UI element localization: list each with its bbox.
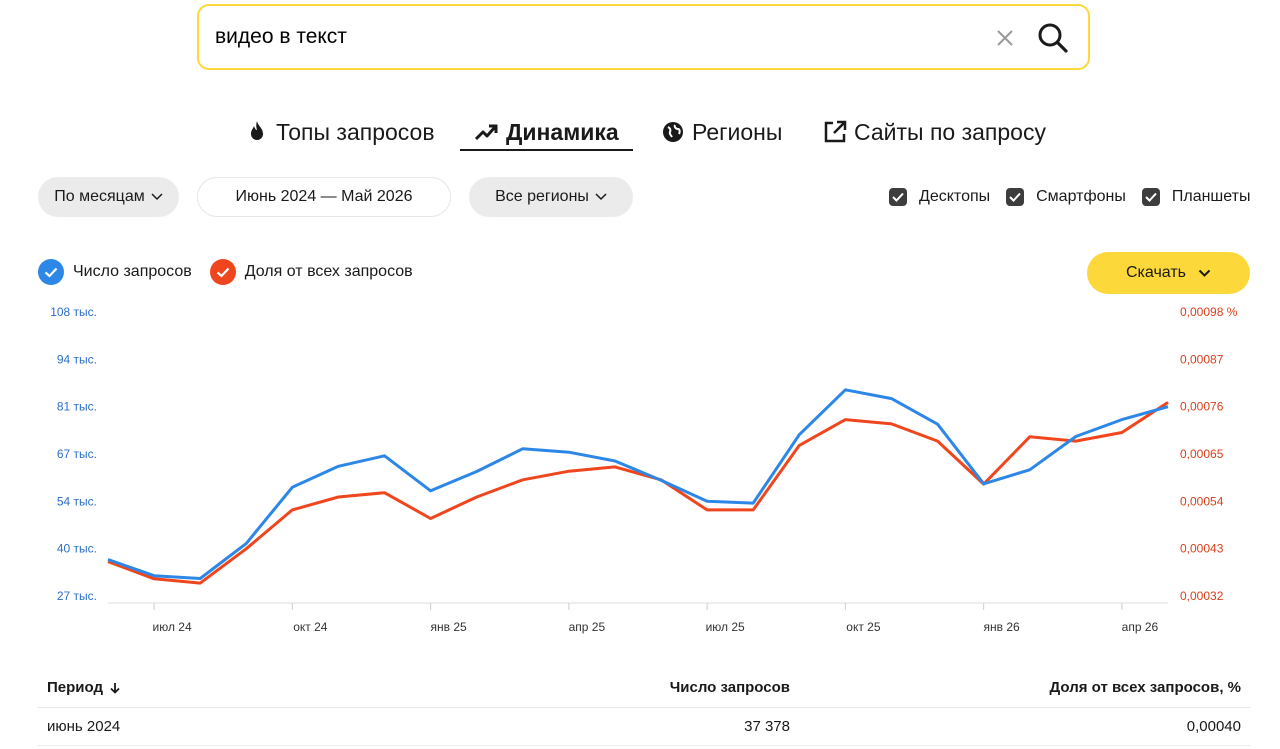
dynamics-chart: 108 тыс. 94 тыс. 81 тыс. 67 тыс. 54 тыс. 40 т…	[50, 305, 1238, 634]
tab-label: Регионы	[692, 118, 783, 145]
column-header-period[interactable]: Период	[38, 679, 438, 696]
trend-icon	[474, 119, 500, 145]
tab-bar: Топы запросов Динамика Регионы Сайты по …	[0, 112, 1280, 156]
checkbox-checked-icon	[1141, 188, 1160, 206]
device-checkbox-smartphone[interactable]: Смартфоны	[1006, 188, 1126, 206]
y-left-tick-label: 54 тыс.	[57, 494, 97, 508]
period-mode-label: По месяцам	[54, 188, 145, 205]
check-icon	[38, 259, 64, 285]
y-right-tick-label: 0,00032	[1180, 589, 1224, 603]
chevron-down-icon	[595, 193, 607, 201]
device-label: Десктопы	[919, 188, 991, 205]
x-tick-label: апр 25	[569, 620, 606, 634]
active-tab-indicator	[460, 149, 633, 151]
checkbox-checked-icon	[889, 188, 907, 206]
device-label: Планшеты	[1171, 188, 1251, 205]
chevron-down-icon	[1198, 269, 1211, 277]
x-tick-label: апр 26	[1122, 620, 1159, 634]
tab-dynamics[interactable]: Динамика	[474, 112, 619, 152]
device-checkbox-desktop[interactable]: Десктопы	[889, 188, 990, 206]
y-left-tick-label: 27 тыс.	[57, 589, 97, 603]
device-checkbox-tablet[interactable]: Планшеты	[1141, 188, 1251, 206]
stats-table: Период Число запросов Доля от всех запро…	[38, 668, 1250, 746]
regions-label: Все регионы	[495, 188, 589, 205]
cell-share: 0,00040	[1186, 718, 1241, 735]
y-left-tick-label: 108 тыс.	[50, 305, 97, 319]
y-left-tick-label: 67 тыс.	[57, 447, 97, 461]
x-tick-label: окт 25	[846, 620, 881, 634]
x-tick-label: июл 25	[706, 620, 745, 634]
cell-queries: 37 378	[744, 718, 790, 735]
tab-label: Топы запросов	[276, 118, 435, 145]
fire-icon	[244, 119, 270, 145]
search-icon[interactable]	[1036, 21, 1070, 55]
chevron-down-icon	[151, 193, 163, 201]
y-left-tick-label: 81 тыс.	[57, 400, 97, 414]
column-header-share[interactable]: Доля от всех запросов, %	[790, 679, 1250, 696]
table-row: июнь 2024 37 378 0,00040	[38, 708, 1250, 746]
y-right-tick-label: 0,00054	[1180, 494, 1224, 508]
globe-icon	[660, 119, 686, 145]
y-right-tick-label: 0,00087	[1180, 352, 1224, 366]
period-mode-select[interactable]: По месяцам	[38, 177, 179, 217]
date-range-label: Июнь 2024 — Май 2026	[235, 188, 413, 205]
checkbox-checked-icon	[1006, 188, 1025, 206]
tab-label: Сайты по запросу	[854, 118, 1046, 145]
x-tick-label: янв 26	[984, 620, 1021, 634]
x-tick-label: янв 25	[431, 620, 468, 634]
series-line-share	[107, 401, 1169, 585]
legend-toggle-queries[interactable]: Число запросов	[38, 259, 192, 285]
tab-top-queries[interactable]: Топы запросов	[244, 112, 435, 152]
y-left-tick-label: 94 тыс.	[57, 352, 97, 366]
tab-regions[interactable]: Регионы	[660, 112, 782, 152]
y-right-tick-label: 0,00065	[1180, 447, 1224, 461]
tab-sites[interactable]: Сайты по запросу	[822, 112, 1046, 152]
device-filters: Десктопы Смартфоны Планшеты	[889, 185, 1250, 209]
download-label: Скачать	[1126, 264, 1186, 281]
sort-down-icon	[110, 682, 120, 694]
y-left-tick-label: 40 тыс.	[57, 542, 97, 556]
table-header: Период Число запросов Доля от всех запро…	[38, 668, 1250, 708]
y-right-tick-label: 0,00043	[1180, 542, 1224, 556]
tab-label: Динамика	[506, 118, 619, 145]
date-range-picker[interactable]: Июнь 2024 — Май 2026	[197, 177, 451, 217]
legend-toggle-share[interactable]: Доля от всех запросов	[209, 259, 413, 285]
device-label: Смартфоны	[1036, 188, 1126, 205]
column-header-label: Период	[47, 679, 103, 696]
x-tick-label: окт 24	[293, 620, 328, 634]
regions-select[interactable]: Все регионы	[469, 177, 633, 217]
series-line-queries	[107, 388, 1169, 580]
legend-label: Число запросов	[73, 263, 192, 280]
cell-period: июнь 2024	[47, 718, 121, 735]
external-link-icon	[822, 119, 848, 145]
download-button[interactable]: Скачать	[1087, 252, 1250, 294]
x-tick-label: июл 24	[153, 620, 192, 634]
chart-legend: Число запросов Доля от всех запросов	[38, 259, 431, 285]
column-header-queries[interactable]: Число запросов	[438, 679, 790, 696]
check-icon	[209, 259, 236, 285]
y-right-tick-label: 0,00076	[1180, 400, 1224, 414]
y-right-tick-label: 0,00098 %	[1180, 305, 1238, 319]
search-box	[197, 4, 1090, 70]
search-input[interactable]	[215, 17, 975, 57]
clear-icon[interactable]	[994, 27, 1016, 49]
legend-label: Доля от всех запросов	[244, 263, 413, 280]
